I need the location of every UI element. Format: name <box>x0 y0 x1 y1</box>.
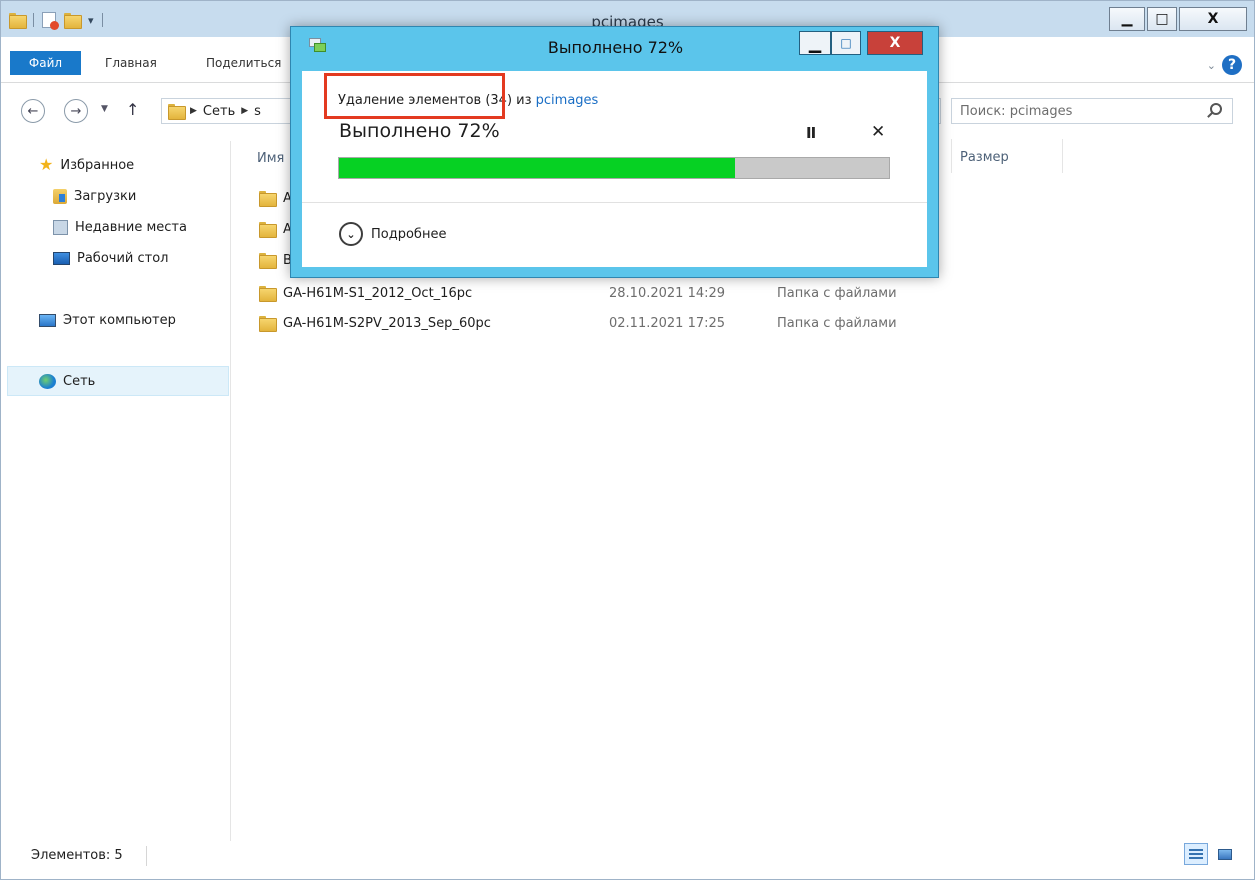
folder-icon <box>9 13 27 29</box>
cancel-icon[interactable]: ✕ <box>871 122 885 142</box>
maximize-button[interactable]: □ <box>1147 7 1177 31</box>
tab-home[interactable]: Главная <box>105 56 157 70</box>
back-icon[interactable]: ← <box>21 99 45 123</box>
desktop-icon <box>53 252 70 265</box>
forward-icon[interactable]: → <box>64 99 88 123</box>
file-type: Папка с файлами <box>777 315 897 331</box>
breadcrumb-arrow-icon[interactable]: ▶ <box>190 106 197 116</box>
computer-icon <box>39 314 56 327</box>
file-name: GA-H61M-S2PV_2013_Sep_60pc <box>283 315 491 331</box>
file-name: GA-H61M-S1_2012_Oct_16pc <box>283 285 473 301</box>
more-details-toggle[interactable]: ⌄ Подробнее <box>339 222 446 246</box>
status-separator <box>146 846 147 866</box>
details-view-icon[interactable] <box>1184 843 1208 865</box>
up-icon[interactable]: ↑ <box>126 100 139 119</box>
operation-description: Удаление элементов (34) из pcimages <box>338 93 598 108</box>
dialog-close-button[interactable]: X <box>867 31 923 55</box>
column-header-name[interactable]: Имя <box>257 151 284 166</box>
nav-downloads-label: Загрузки <box>74 189 137 204</box>
file-date: 02.11.2021 17:25 <box>609 315 726 331</box>
breadcrumb-server[interactable]: s <box>254 104 261 119</box>
search-icon[interactable] <box>1210 103 1222 115</box>
nav-this-pc-label: Этот компьютер <box>63 313 176 328</box>
breadcrumb-network[interactable]: Сеть <box>203 104 235 119</box>
column-header-size[interactable]: Размер <box>951 139 1063 173</box>
file-type: Папка с файлами <box>777 285 897 301</box>
list-item[interactable]: GA-H61M-S1_2012_Oct_16pc 28.10.2021 14:2… <box>259 282 949 304</box>
folder-icon <box>259 316 277 332</box>
progress-bar <box>338 157 890 179</box>
more-details-label: Подробнее <box>371 226 447 242</box>
customize-qat-icon[interactable]: ▾ <box>88 14 94 27</box>
help-icon[interactable]: ? <box>1222 55 1242 75</box>
search-placeholder: Поиск: pcimages <box>960 103 1073 119</box>
nav-downloads[interactable]: Загрузки <box>53 189 136 204</box>
copy-progress-icon <box>309 38 327 52</box>
list-item[interactable]: GA-H61M-S2PV_2013_Sep_60pc 02.11.2021 17… <box>259 312 949 334</box>
tab-share[interactable]: Поделиться <box>206 56 281 70</box>
dialog-minimize-button[interactable]: ▁ <box>799 31 831 55</box>
close-button[interactable]: X <box>1179 7 1247 31</box>
folder-icon <box>259 191 277 207</box>
network-icon <box>39 374 56 389</box>
chevron-down-icon: ⌄ <box>339 222 363 246</box>
source-folder-link[interactable]: pcimages <box>536 93 599 108</box>
large-icons-view-icon[interactable] <box>1214 844 1236 864</box>
folder-icon <box>259 222 277 238</box>
quick-access-toolbar: ▾ <box>9 10 111 30</box>
nav-favorites-label: Избранное <box>60 157 135 173</box>
nav-desktop-label: Рабочий стол <box>77 251 169 266</box>
folder-icon <box>259 286 277 302</box>
nav-network[interactable]: Сеть <box>39 374 95 389</box>
operation-count: (34) из <box>481 93 536 108</box>
dialog-divider <box>302 202 927 203</box>
minimize-button[interactable]: ▁ <box>1109 7 1145 31</box>
file-date: 28.10.2021 14:29 <box>609 285 726 301</box>
tab-file[interactable]: Файл <box>10 51 81 75</box>
new-folder-icon[interactable] <box>64 13 82 29</box>
nav-this-pc[interactable]: Этот компьютер <box>39 313 176 328</box>
operation-action: Удаление элементов <box>338 93 482 108</box>
recent-locations-icon[interactable]: ▼ <box>101 104 108 114</box>
nav-recent-label: Недавние места <box>75 220 187 235</box>
nav-favorites[interactable]: ★ Избранное <box>39 157 134 173</box>
search-input[interactable]: Поиск: pcimages <box>951 98 1233 124</box>
item-count: Элементов: 5 <box>31 848 123 863</box>
pause-icon[interactable]: II <box>806 124 816 142</box>
expand-ribbon-icon[interactable]: ⌄ <box>1207 59 1216 72</box>
progress-bar-fill <box>339 158 735 178</box>
folder-icon <box>168 104 186 120</box>
dialog-maximize-button[interactable]: □ <box>831 31 861 55</box>
percent-complete-label: Выполнено 72% <box>339 120 500 142</box>
navigation-pane <box>1 141 231 841</box>
qat-separator <box>101 13 103 27</box>
downloads-icon <box>53 189 67 204</box>
status-bar <box>1 841 1254 879</box>
folder-icon <box>259 253 277 269</box>
nav-network-label: Сеть <box>63 374 96 389</box>
star-icon: ★ <box>39 155 54 174</box>
nav-recent[interactable]: Недавние места <box>53 220 187 235</box>
nav-desktop[interactable]: Рабочий стол <box>53 251 168 266</box>
recent-places-icon <box>53 220 68 235</box>
properties-icon[interactable] <box>42 12 59 30</box>
breadcrumb-arrow-icon[interactable]: ▶ <box>241 106 248 116</box>
qat-separator <box>33 13 34 27</box>
